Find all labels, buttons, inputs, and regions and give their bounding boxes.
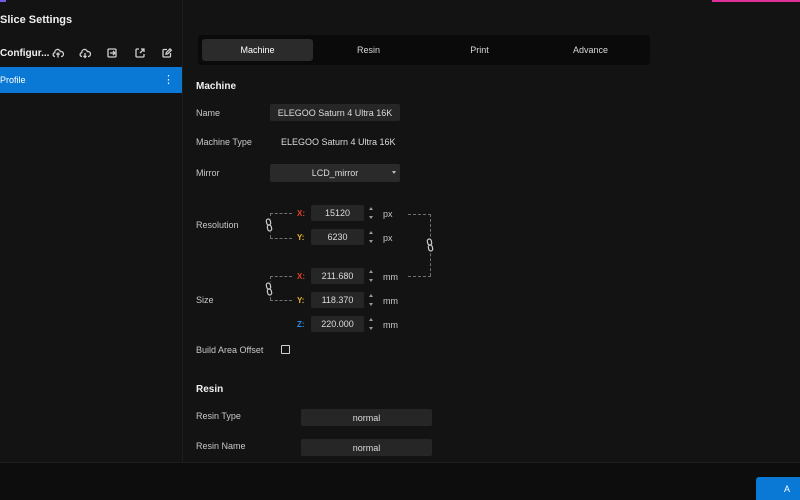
size-y-axis: Y:	[297, 296, 305, 305]
tab-advance[interactable]: Advance	[535, 39, 646, 61]
size-x-unit: mm	[383, 272, 398, 282]
ratio-bracket-top	[408, 214, 431, 215]
size-z-axis: Z:	[297, 320, 305, 329]
cloud-upload-icon[interactable]	[51, 46, 65, 60]
apply-button[interactable]: A	[756, 477, 800, 500]
build-area-offset-label: Build Area Offset	[196, 345, 264, 355]
link-ratio-icon[interactable]	[425, 238, 435, 252]
export-icon[interactable]	[133, 46, 147, 60]
size-y-input[interactable]: 118.370	[311, 292, 364, 308]
size-y-unit: mm	[383, 296, 398, 306]
resolution-bracket-top	[270, 213, 292, 214]
mirror-select-value: LCD_mirror	[311, 168, 359, 178]
profile-list-item[interactable]: Profile ⋮	[0, 67, 182, 93]
size-x-axis: X:	[297, 272, 305, 281]
size-z-stepper[interactable]	[367, 316, 375, 332]
resolution-label: Resolution	[196, 220, 239, 230]
size-x-input[interactable]: 211.680	[311, 268, 364, 284]
size-bracket-bottom	[270, 300, 292, 301]
configuration-label: Configur...	[0, 48, 50, 59]
mirror-select[interactable]: LCD_mirror	[270, 164, 400, 182]
link-size-icon[interactable]	[264, 282, 274, 296]
size-bracket-top	[270, 276, 292, 277]
machine-type-value: ELEGOO Saturn 4 Ultra 16K	[281, 137, 396, 147]
resolution-y-unit: px	[383, 233, 393, 243]
size-label: Size	[196, 295, 214, 305]
edit-icon[interactable]	[160, 46, 174, 60]
resolution-x-unit: px	[383, 209, 393, 219]
resolution-x-input[interactable]: 15120	[311, 205, 364, 221]
build-area-offset-checkbox[interactable]	[281, 345, 290, 354]
resin-type-label: Resin Type	[196, 411, 241, 421]
tab-print[interactable]: Print	[424, 39, 535, 61]
cloud-download-icon[interactable]	[78, 46, 92, 60]
size-x-stepper[interactable]	[367, 268, 375, 284]
resolution-y-stepper[interactable]	[367, 229, 375, 245]
window-title: Slice Settings	[0, 14, 73, 26]
machine-name-field[interactable]: ELEGOO Saturn 4 Ultra 16K	[270, 104, 400, 121]
size-z-input[interactable]: 220.000	[311, 316, 364, 332]
resolution-x-stepper[interactable]	[367, 205, 375, 221]
resin-type-field[interactable]: normal	[301, 409, 432, 426]
profile-label: Profile	[0, 75, 26, 85]
size-z-unit: mm	[383, 320, 398, 330]
footer-bar	[0, 462, 800, 500]
resin-name-field[interactable]: normal	[301, 439, 432, 456]
resolution-bracket-bottom	[270, 238, 292, 239]
ratio-bracket-bottom	[408, 276, 431, 277]
resin-name-label: Resin Name	[196, 441, 246, 451]
size-y-stepper[interactable]	[367, 292, 375, 308]
machine-type-label: Machine Type	[196, 137, 252, 147]
more-options-icon[interactable]: ⋮	[163, 74, 174, 86]
tab-machine[interactable]: Machine	[202, 39, 313, 61]
resolution-y-axis: Y:	[297, 233, 305, 242]
resolution-x-axis: X:	[297, 209, 305, 218]
top-accent-right	[712, 0, 800, 2]
sidebar-divider	[182, 0, 183, 462]
resin-section-title: Resin	[196, 384, 224, 395]
settings-tabs: Machine Resin Print Advance	[198, 35, 650, 65]
resolution-y-input[interactable]: 6230	[311, 229, 364, 245]
chevron-down-icon	[392, 171, 396, 174]
name-label: Name	[196, 108, 221, 118]
mirror-label: Mirror	[196, 168, 220, 178]
link-resolution-icon[interactable]	[264, 218, 274, 232]
top-accent-left	[0, 0, 6, 2]
machine-section-title: Machine	[196, 81, 237, 92]
import-icon[interactable]	[105, 46, 119, 60]
tab-resin[interactable]: Resin	[313, 39, 424, 61]
